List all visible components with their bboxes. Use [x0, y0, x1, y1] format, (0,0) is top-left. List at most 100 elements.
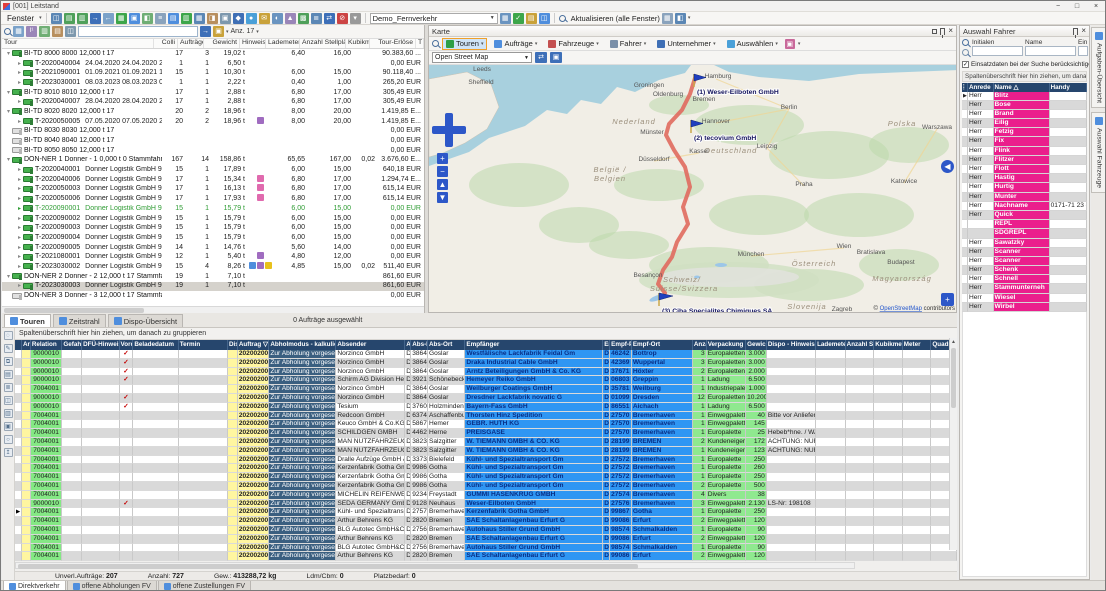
search-icon[interactable]: ◌ [4, 331, 13, 340]
tree-col-4[interactable]: Hinweis [240, 39, 266, 48]
tree-row[interactable]: ▸T-2020090001Donner Logistik GmbH 944DON… [2, 204, 424, 214]
orders-col-meter[interactable]: Meter [903, 340, 932, 350]
edit-view-icon[interactable]: ▤ [526, 13, 537, 24]
tree-row[interactable]: ▾BI-TD 8020 8020 12,000 t 1720218,96 t8,… [2, 107, 424, 117]
driver-row[interactable]: SDGREPL [962, 229, 1087, 238]
tree-row[interactable]: ▸T-2020090003Donner Logistik GmbH 944DON… [2, 223, 424, 233]
pan-down-icon[interactable]: ▼ [437, 192, 448, 203]
order-row[interactable]: 9000010✓2020020078Zur Abholung vorgesehe… [15, 394, 957, 403]
order-row[interactable]: 70040012020020071Zur Abholung vorgesehen… [15, 456, 957, 465]
driver-col-anrede[interactable]: Anrede [968, 83, 994, 92]
toolbar-overflow-icon[interactable]: ▾ [688, 15, 691, 21]
order-row[interactable]: 9000010✓2020020083Zur Abholung vorgesehe… [15, 350, 957, 359]
tree-row[interactable]: ▸T-2020050006Donner Logistik GmbH 944DON… [2, 194, 424, 204]
side-tab-aufgaben-bersicht[interactable]: Aufgaben-Übersicht [1091, 27, 1106, 108]
tree-row[interactable]: ▾DON-NER 1 Donner - 1 0,000 t 0 Stammfah… [2, 156, 424, 166]
driver-row[interactable]: REPL [962, 220, 1087, 229]
driver-row[interactable]: HerrHurtig [962, 183, 1087, 192]
orders-col-absplz[interactable]: Abs-P [411, 340, 428, 350]
edit-icon[interactable]: ✎ [4, 344, 13, 353]
map-pan-control[interactable] [432, 113, 466, 147]
driver-row[interactable]: HerrWirbel [962, 303, 1087, 312]
driver-row[interactable]: HerrBrand [962, 110, 1087, 119]
map-filter-touren[interactable]: Touren▾ [442, 38, 487, 50]
tree-row[interactable]: ▸T-202005000507.05.2020 07.05.2020 24:00… [2, 117, 424, 127]
orders-col-rel[interactable]: Relation [31, 340, 63, 350]
tree-row[interactable]: BI-TD 8040 8040 12,000 t 170,00 EUR [2, 136, 424, 146]
order-row[interactable]: ▶70040012020020065Zur Abholung vorgesehe… [15, 508, 957, 517]
numbering-icon[interactable]: I¹ [26, 26, 37, 37]
driver-row[interactable]: HerrFetzig [962, 128, 1087, 137]
close-icon[interactable]: × [1081, 27, 1086, 35]
restore-icon[interactable] [932, 29, 937, 34]
order-row[interactable]: 70040012020020063Zur Abholung vorgesehen… [15, 526, 957, 535]
tree-col-0[interactable]: Tour [2, 39, 154, 48]
orders-col-stell[interactable]: Anzahl Stell [846, 340, 875, 350]
image-icon[interactable]: ▣ [785, 39, 795, 49]
fenster-menu[interactable]: Fenster [4, 14, 37, 23]
advanced-search-icon[interactable] [962, 49, 969, 56]
driver-row[interactable]: HerrScanner [962, 257, 1087, 266]
chart-icon[interactable]: ▲ [285, 13, 296, 24]
tree-col-9[interactable]: T [416, 39, 424, 48]
map-side-arrow-button[interactable]: ◀ [941, 160, 954, 173]
map-layer-select[interactable]: Open Street Map▼ [432, 52, 532, 63]
screenshot-icon[interactable]: ▣ [550, 52, 562, 63]
order-row[interactable]: 70040012020020073Zur Abholung vorgesehen… [15, 438, 957, 447]
orders-icon[interactable]: ▣ [129, 13, 140, 24]
panel-icon[interactable]: ◧ [675, 13, 686, 24]
maximize-button[interactable]: □ [1068, 2, 1086, 11]
orders-col-em[interactable]: Em [603, 340, 610, 350]
map-filter-fahrer[interactable]: Fahrer▾ [606, 38, 651, 50]
einsatzdaten-checkbox-row[interactable]: ✓ Einsatzdaten bei der Suche berücksicht… [960, 59, 1089, 70]
chevron-down-icon[interactable]: ▾ [256, 29, 259, 35]
orders-col-termin[interactable]: Termin [179, 340, 228, 350]
chevron-down-icon[interactable]: ▾ [798, 41, 801, 47]
apply-filter-icon[interactable]: → [200, 26, 211, 37]
orders-col-belade[interactable]: Beladedatum [133, 340, 178, 350]
orders-vertical-scrollbar[interactable]: ▲ [949, 338, 957, 550]
order-row[interactable]: 70040012020020079Zur Abholung vorgesehen… [15, 385, 957, 394]
driver-icon[interactable]: ▣ [220, 13, 231, 24]
tree-row[interactable]: ▸T-202004000728.04.2020 28.04.2020 24:00… [2, 97, 424, 107]
map-canvas[interactable]: LeedsSheffieldHamburgBremenGroningenOlde… [429, 65, 956, 312]
driver-grid-header[interactable]: ⦙AnredeName △Handy [962, 83, 1087, 92]
confirm-icon[interactable]: ✓ [513, 13, 524, 24]
tree-row[interactable]: ▾BI-TD 8000 8000 12,000 t 1717319,02 t6,… [2, 49, 424, 59]
driver-row[interactable]: HerrFix [962, 137, 1087, 146]
minimize-button[interactable]: − [1049, 2, 1067, 11]
close-icon[interactable]: × [948, 27, 953, 35]
order-row[interactable]: 70040012020020069Zur Abholung vorgesehen… [15, 473, 957, 482]
order-row[interactable]: 70040012020020062Zur Abholung vorgesehen… [15, 535, 957, 544]
order-row[interactable]: 70040012020020060Zur Abholung vorgesehen… [15, 552, 957, 561]
orders-col-absort[interactable]: Abs-Ort [428, 340, 465, 350]
tree-col-7[interactable]: Kubikm... [346, 39, 370, 48]
tree-row[interactable]: ▸T-2020090002Donner Logistik GmbH 944DON… [2, 214, 424, 224]
order-row[interactable]: 9000010✓2020020082Zur Abholung vorgesehe… [15, 359, 957, 368]
checkbox-checked-icon[interactable]: ✓ [962, 61, 969, 68]
group-icon[interactable]: ▥ [39, 26, 50, 37]
tree-col-1[interactable]: Colli [154, 39, 178, 48]
tree-row[interactable]: ▸T-2020050003Donner Logistik GmbH 944DON… [2, 185, 424, 195]
import-icon[interactable]: → [90, 13, 101, 24]
driver-row[interactable]: HerrStammunterneh [962, 284, 1087, 293]
driver-row[interactable]: HerrSchnell [962, 275, 1087, 284]
order-row[interactable]: 70040012020020075Zur Abholung vorgesehen… [15, 420, 957, 429]
export-icon[interactable]: ← [103, 13, 114, 24]
orders-col-art[interactable]: Art [22, 340, 31, 350]
expand-all-icon[interactable]: ▦ [13, 26, 24, 37]
order-row[interactable]: 9000010✓2020020081Zur Abholung vorgesehe… [15, 368, 957, 377]
window-icon[interactable]: ◫ [4, 396, 13, 405]
orders-col-kubik[interactable]: Kubikmeter [874, 340, 903, 350]
tree-row[interactable]: ▸T-2020040006Donner Logistik GmbH 944DON… [2, 175, 424, 185]
bottom-tab-offene-zustellungen-fv[interactable]: offene Zustellungen FV [158, 581, 251, 591]
zoom-in-icon[interactable]: + [437, 153, 448, 164]
search-icon[interactable] [4, 28, 11, 35]
tree-col-3[interactable]: Gewicht [204, 39, 240, 48]
columns-icon[interactable]: ◫ [65, 26, 76, 37]
order-row[interactable]: 70040012020020074Zur Abholung vorgesehen… [15, 429, 957, 438]
tree-row[interactable]: ▾DON-NER 2 Donner - 2 12,000 t 17 Stammf… [2, 272, 424, 282]
stop-icon[interactable]: ⊘ [337, 13, 348, 24]
tree-row[interactable]: ▸T-202109000101.09.2021 01.09.2021 12:48… [2, 68, 424, 78]
list-icon[interactable]: ≣ [4, 383, 13, 392]
